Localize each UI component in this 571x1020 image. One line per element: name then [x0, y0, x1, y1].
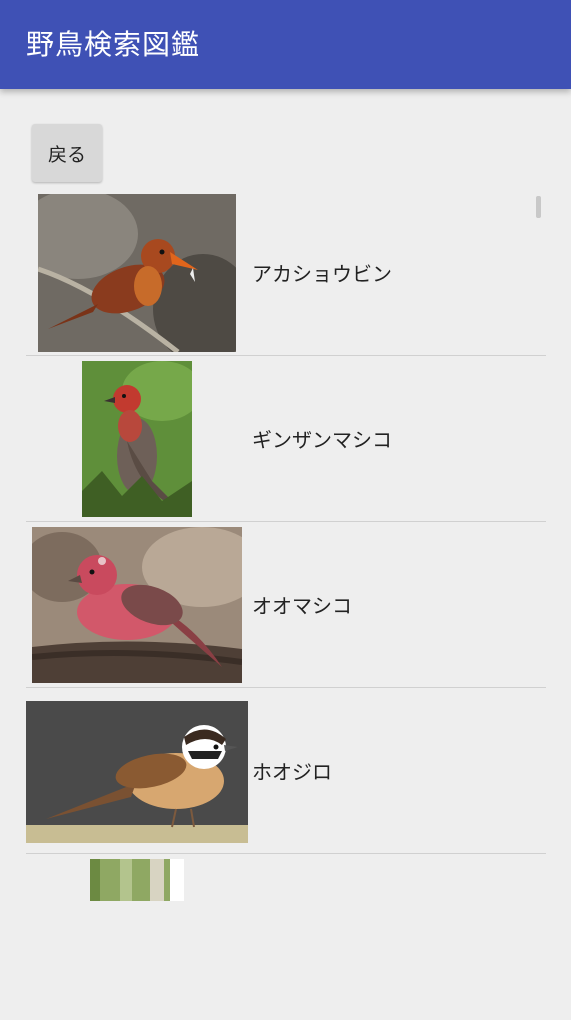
bird-name: アカショウビン	[252, 262, 392, 286]
list-item[interactable]: オオマシコ	[26, 522, 546, 688]
bird-name: ギンザンマシコ	[252, 428, 392, 452]
bird-photo	[32, 527, 242, 683]
bird-name: オオマシコ	[252, 594, 352, 618]
bird-photo	[26, 701, 248, 843]
bird-photo	[90, 859, 184, 901]
list-item[interactable]: ホオジロ	[26, 688, 546, 854]
bird-photo	[82, 361, 192, 517]
list-item[interactable]: ギンザンマシコ	[26, 356, 546, 522]
list-item[interactable]: アカショウビン	[26, 190, 546, 356]
app-title: 野鳥検索図鑑	[26, 28, 201, 61]
app-bar: 野鳥検索図鑑	[0, 0, 571, 89]
bird-name: ホオジロ	[252, 760, 332, 784]
bird-photo	[38, 194, 236, 352]
list-item[interactable]	[26, 854, 546, 1020]
back-button[interactable]: 戻る	[32, 124, 102, 182]
